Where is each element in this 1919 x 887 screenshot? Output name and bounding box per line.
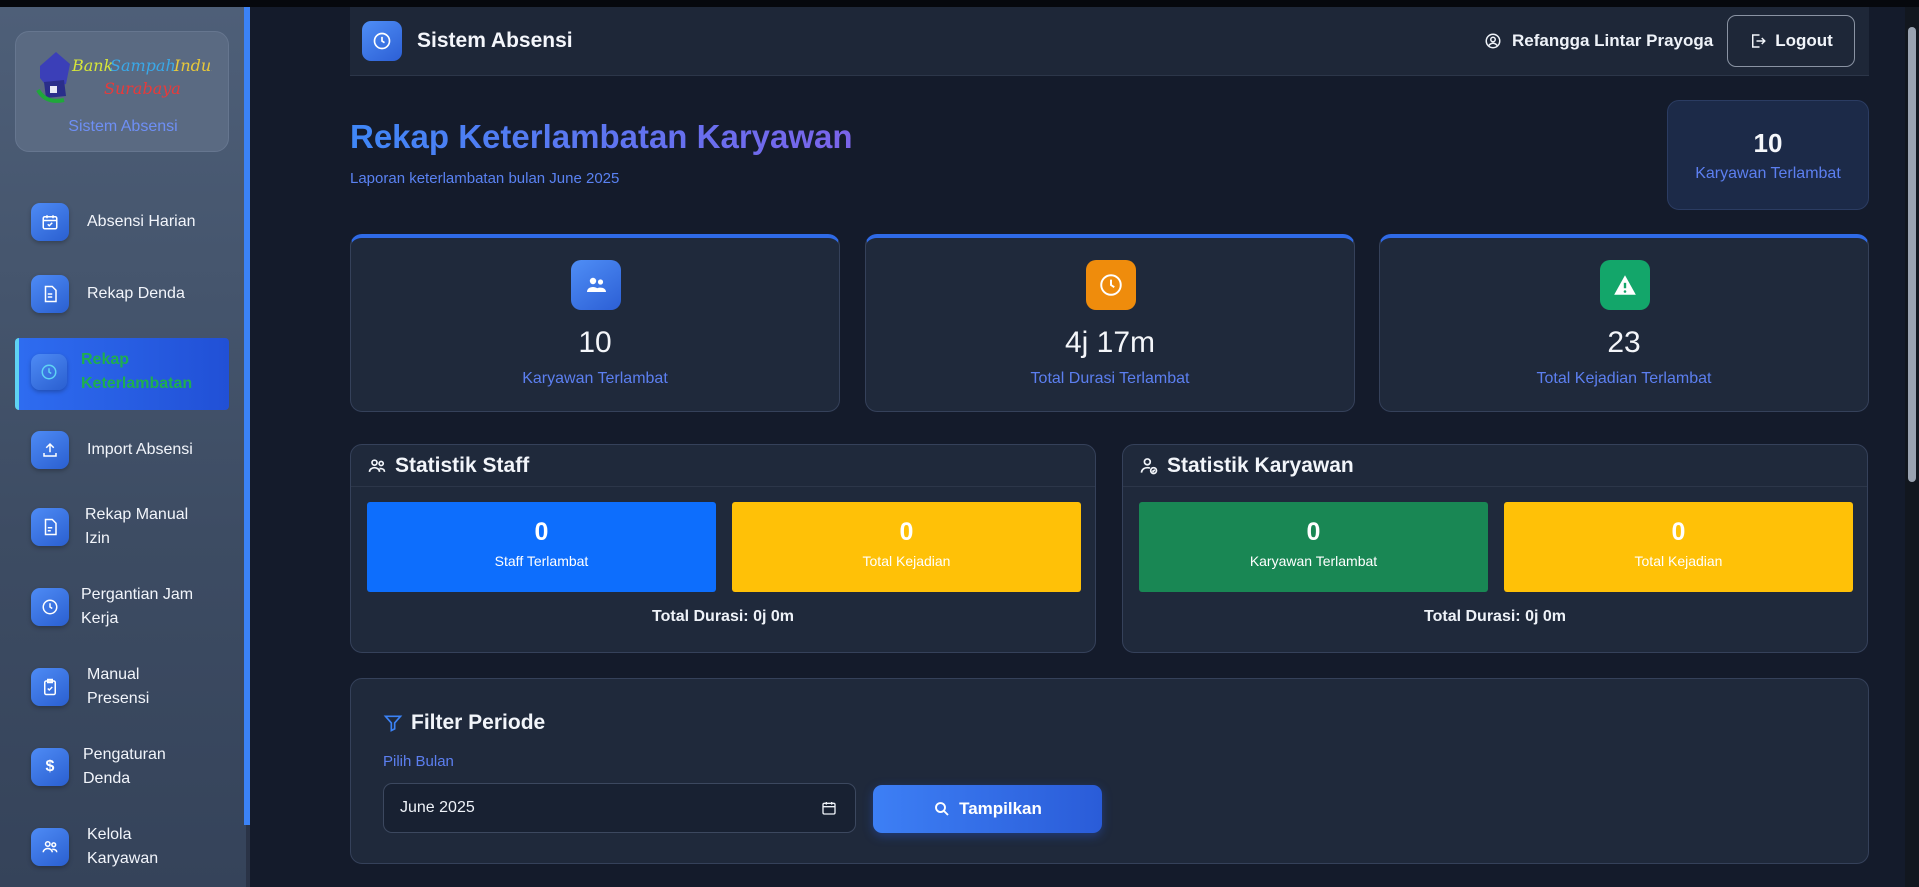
window-top-bar [0,0,1919,7]
upload-icon [31,431,69,469]
svg-text:Surabaya: Surabaya [104,79,181,98]
users-icon [571,260,621,310]
bank-sampah-logo: Bank Sampah Induk Surabaya [36,52,212,103]
sidebar-item-import-absensi[interactable]: Import Absensi [15,427,229,473]
page-title: Rekap Keterlambatan Karyawan [350,118,853,155]
svg-text:Bank: Bank [71,56,113,75]
sidebar-item-rekap-manual-izin[interactable]: Rekap Manual Izin [15,501,229,553]
sidebar-item-rekap-keterlambatan[interactable]: Rekap Keterlambatan [15,338,229,410]
logout-icon [1752,34,1767,48]
badge-label: Karyawan Terlambat [1695,165,1841,182]
staff-incidents-box: 0 Total Kejadian [732,502,1081,592]
show-button[interactable]: Tampilkan [873,785,1102,833]
sidebar-item-label: Rekap Denda [87,285,185,302]
dollar-icon: $ [31,748,69,786]
user-check-icon [1140,457,1158,474]
box-value: 0 [1671,518,1686,546]
filter-icon [383,715,403,732]
employee-late-box: 0 Karyawan Terlambat [1139,502,1488,592]
clock-icon [1086,260,1136,310]
month-input[interactable] [383,783,856,833]
app-title: Sistem Absensi [417,29,573,52]
sidebar-item-kelola-karyawan[interactable]: Kelola Karyawan [15,821,229,873]
logout-button[interactable]: Logout [1727,15,1855,67]
box-value: 0 [899,518,914,546]
search-icon [935,802,949,816]
stat-label: Karyawan Terlambat [522,370,668,387]
employee-statistics-panel: Statistik Karyawan 0 Karyawan Terlambat … [1122,444,1868,653]
svg-text:Sampah: Sampah [110,56,176,75]
stat-card-total-incidents: 23 Total Kejadian Terlambat [1379,234,1869,412]
sidebar-item-absensi-harian[interactable]: Absensi Harian [15,199,229,245]
sidebar-scroll-track [246,825,250,887]
user-name: Refangga Lintar Prayoga [1512,31,1714,50]
stat-label: Total Durasi Terlambat [1030,370,1190,387]
clock-icon [31,354,67,390]
stat-label: Total Kejadian Terlambat [1536,370,1712,387]
panel-header: Statistik Karyawan [1123,445,1867,487]
sidebar-item-label: Rekap Keterlambatan [81,351,193,392]
filter-title: Filter Periode [411,711,546,734]
filter-title-row: Filter Periode [383,711,545,735]
users-outline-icon [368,458,386,472]
calendar-check-icon [31,203,69,241]
sidebar-item-label: Rekap Manual Izin [85,506,189,547]
staff-statistics-panel: Statistik Staff 0 Staff Terlambat 0 Tota… [350,444,1096,653]
file-icon [31,508,69,546]
show-button-label: Tampilkan [959,799,1042,818]
svg-text:Induk: Induk [173,56,212,75]
box-label: Staff Terlambat [494,553,589,569]
stat-card-late-employees: 10 Karyawan Terlambat [350,234,840,412]
warning-icon [1600,260,1650,310]
sidebar-item-rekap-denda[interactable]: Rekap Denda [15,271,229,317]
box-value: 0 [534,518,549,546]
month-label: Pilih Bulan [383,753,454,770]
stat-value: 23 [1607,326,1641,359]
staff-total-duration: Total Durasi: 0j 0m [652,608,794,625]
sidebar-scrollbar[interactable] [244,7,250,825]
staff-late-box: 0 Staff Terlambat [367,502,716,592]
scrollbar-thumb[interactable] [1908,27,1916,482]
panel-title: Statistik Staff [395,453,530,477]
sidebar: Bank Sampah Induk Surabaya Sistem Absens… [0,7,246,887]
top-header: Sistem Absensi Refangga Lintar Prayoga L… [350,7,1869,76]
employee-incidents-box: 0 Total Kejadian [1504,502,1853,592]
calendar-icon[interactable] [821,800,837,816]
stat-card-total-duration: 4j 17m Total Durasi Terlambat [865,234,1355,412]
sidebar-item-label: Manual Presensi [87,666,150,707]
panel-header: Statistik Staff [351,445,1095,487]
stat-value: 4j 17m [1064,326,1156,359]
sidebar-item-label: Import Absensi [87,441,193,458]
stat-value: 10 [578,326,612,359]
brand-card: Bank Sampah Induk Surabaya Sistem Absens… [15,31,229,152]
user-menu[interactable]: Refangga Lintar Prayoga [1484,31,1713,51]
sidebar-item-pengaturan-denda[interactable]: $ Pengaturan Denda [15,741,229,793]
box-label: Total Kejadian [862,553,951,569]
page-scrollbar[interactable] [1905,7,1919,887]
box-value: 0 [1306,518,1321,546]
employee-total-duration: Total Durasi: 0j 0m [1424,608,1566,625]
users-icon [31,828,69,866]
sidebar-item-label: Pergantian Jam Kerja [81,586,194,627]
sidebar-item-manual-presensi[interactable]: Manual Presensi [15,661,229,713]
page-subtitle: Laporan keterlambatan bulan June 2025 [350,170,620,187]
box-label: Total Kejadian [1634,553,1723,569]
panel-title: Statistik Karyawan [1167,453,1354,477]
brand-subtitle: Sistem Absensi [68,118,178,135]
user-circle-icon [1485,33,1501,49]
clipboard-icon [31,668,69,706]
box-label: Karyawan Terlambat [1249,553,1378,569]
clock-icon [31,588,69,626]
sidebar-item-label: Pengaturan Denda [83,746,166,787]
sidebar-item-label: Kelola Karyawan [87,826,159,867]
sidebar-item-pergantian-jam-kerja[interactable]: Pergantian Jam Kerja [15,581,229,633]
late-count-badge: 10 Karyawan Terlambat [1667,100,1869,210]
document-icon [31,275,69,313]
logout-label: Logout [1775,31,1833,50]
filter-period-panel: Filter Periode Pilih Bulan Tampilkan [350,678,1869,864]
badge-value: 10 [1753,128,1783,158]
sidebar-item-label: Absensi Harian [87,213,196,230]
clock-icon [362,21,402,61]
